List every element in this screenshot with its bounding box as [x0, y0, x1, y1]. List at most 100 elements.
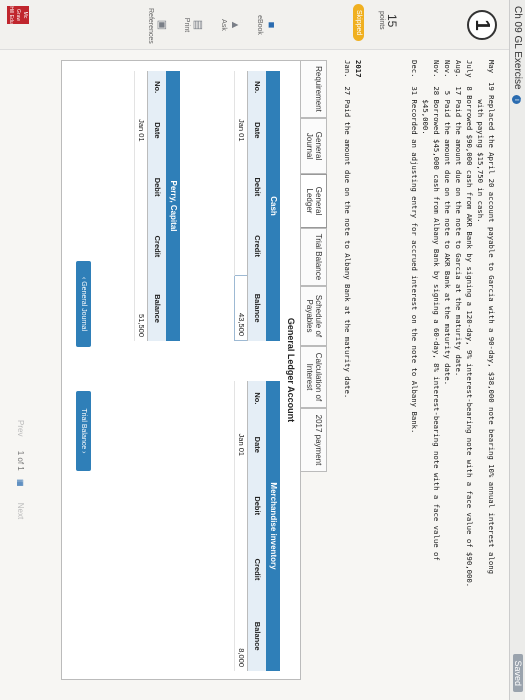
- problem-line: May 19 Replaced the April 20 account pay…: [487, 60, 496, 574]
- page-of: of: [16, 457, 25, 465]
- brand-logo: Mc Graw Hill Edu: [7, 6, 29, 24]
- perry-capital-account: Perry, Capital No. Date Debit Credit Bal…: [134, 71, 180, 341]
- assignment-title-text: Ch 09 GL Exercise: [512, 6, 523, 90]
- info-icon[interactable]: i: [512, 95, 521, 105]
- cell-credit: [235, 216, 248, 276]
- problem-line: Nov. 28 Borrowed $45,000 cash from Alban…: [432, 60, 441, 561]
- references-label: References: [147, 8, 154, 44]
- general-ledger-panel: General Ledger Account Cash No. Date Deb…: [61, 60, 301, 680]
- ask-button[interactable]: ▲ Ask: [220, 8, 241, 42]
- printer-icon: ▤: [192, 19, 204, 31]
- cell-balance: 51,500: [135, 276, 148, 341]
- question-pager: Prev 1 of 1 ▦ Next: [16, 420, 25, 519]
- next-button-label: Trial Balance: [80, 408, 87, 450]
- ebook-label: eBook: [256, 15, 263, 35]
- tab-calculation-of-interest[interactable]: Calculation of Interest: [301, 346, 327, 408]
- cell-no: [135, 71, 148, 104]
- cell-date: Jan 01: [235, 415, 248, 474]
- question-sidebar: 1 15 points Skipped ■ eBook ▲ Ask ▤ Prin…: [0, 0, 509, 50]
- cell-debit: [235, 157, 248, 217]
- print-button[interactable]: ▤ Print: [183, 8, 205, 42]
- cell-debit: [135, 157, 148, 217]
- problem-text: May 19 Replaced the April 20 account pay…: [409, 60, 497, 690]
- column-header: Date: [148, 103, 166, 158]
- references-button[interactable]: ▣ References: [147, 8, 169, 44]
- cash-account-title: Cash: [266, 71, 280, 341]
- problem-line: Nov. 5 Paid the amount due on the note t…: [443, 60, 452, 386]
- column-header: Date: [248, 415, 266, 474]
- problem-line: July 8 Borrowed $90,000 cash from AKR Ba…: [465, 60, 474, 588]
- column-header: Credit: [148, 216, 166, 277]
- general-ledger-title: General Ledger Account: [286, 317, 296, 423]
- cell-no: [235, 71, 248, 104]
- cell-debit: [235, 473, 248, 538]
- cell-credit: [135, 216, 148, 277]
- ask-label: Ask: [220, 19, 227, 31]
- prev-question-button[interactable]: Prev: [16, 420, 25, 436]
- tab-trial-balance[interactable]: Trial Balance: [301, 228, 327, 286]
- ebook-button[interactable]: ■ eBook: [256, 8, 277, 42]
- cash-table: No. Date Debit Credit Balance Jan 01 43,…: [235, 71, 266, 341]
- print-label: Print: [183, 17, 190, 33]
- top-bar: Ch 09 GL Exercise i Saved: [509, 0, 525, 700]
- year-heading: 2017: [354, 60, 363, 78]
- column-header: Balance: [248, 601, 266, 671]
- problem-line: $45,000.: [421, 60, 430, 135]
- problem-line: with paying $15,750 in cash.: [476, 60, 485, 223]
- status-badge: Skipped: [353, 4, 364, 42]
- table-row: Jan 01 8,000: [235, 381, 248, 671]
- tab-general-ledger[interactable]: General Ledger: [301, 174, 327, 228]
- column-header: Debit: [248, 157, 266, 217]
- next-question-button[interactable]: Next: [16, 503, 25, 519]
- page-total: 1: [16, 466, 25, 471]
- points-value: 15: [385, 14, 399, 28]
- tab-general-journal[interactable]: General Journal: [301, 118, 327, 174]
- merchandise-account-title: Merchandise inventory: [266, 381, 280, 671]
- column-header: Date: [248, 103, 266, 158]
- cell-no: [235, 381, 248, 416]
- cash-account: Cash No. Date Debit Credit Balance Jan 0…: [234, 71, 280, 341]
- tab-schedule-of-payables[interactable]: Schedule of Payables: [301, 286, 327, 346]
- problem-line: Dec. 31 Recorded an adjusting entry for …: [410, 60, 419, 434]
- grid-icon[interactable]: ▦: [16, 479, 25, 487]
- column-header: No.: [248, 381, 266, 416]
- cell-date: Jan 01: [135, 103, 148, 158]
- tab-2017-payment[interactable]: 2017 payment: [301, 408, 327, 472]
- next-trial-balance-button[interactable]: Trial Balance ›: [76, 391, 91, 471]
- cell-balance[interactable]: 43,500: [235, 275, 248, 341]
- assignment-title: Ch 09 GL Exercise i: [512, 6, 523, 105]
- points-label: points: [378, 11, 385, 30]
- references-icon: ▣: [156, 19, 168, 31]
- column-header: Debit: [248, 473, 266, 538]
- capital-account-title: Perry, Capital: [166, 71, 180, 341]
- problem-line: Aug. 17 Paid the amount due on the note …: [454, 60, 463, 377]
- cell-date: Jan 01: [235, 103, 248, 158]
- column-header: No.: [248, 71, 266, 104]
- column-header: No.: [148, 71, 166, 104]
- prev-button-label: General Journal: [80, 281, 87, 332]
- capital-header-row: No. Date Debit Credit Balance: [148, 71, 166, 341]
- cell-balance: 8,000: [235, 601, 248, 671]
- megaphone-icon: ▲: [229, 19, 241, 31]
- problem-line-2017: Jan. 27 Paid the amount due on the note …: [343, 60, 352, 399]
- book-icon: ■: [265, 21, 277, 29]
- table-row: Jan 01 51,500: [135, 71, 148, 341]
- chevron-left-icon: ‹: [80, 276, 87, 280]
- question-number: 1: [467, 10, 497, 40]
- ledger-navigation: ‹ General Journal Trial Balance ›: [72, 61, 94, 679]
- merchandise-table: No. Date Debit Credit Balance Jan 01 8,0…: [235, 381, 266, 671]
- tab-requirement[interactable]: Requirement: [301, 60, 327, 118]
- column-header: Debit: [148, 157, 166, 217]
- prev-general-journal-button[interactable]: ‹ General Journal: [76, 261, 91, 347]
- tab-bar: Requirement General Journal General Ledg…: [301, 60, 327, 472]
- column-header: Credit: [248, 216, 266, 276]
- chevron-right-icon: ›: [80, 451, 87, 454]
- screen: Ch 09 GL Exercise i Saved 1 15 points Sk…: [0, 0, 525, 700]
- merchandise-header-row: No. Date Debit Credit Balance: [248, 381, 266, 671]
- table-row: Jan 01 43,500: [235, 71, 248, 341]
- column-header: Balance: [248, 275, 266, 341]
- save-status: Saved: [513, 654, 523, 692]
- column-header: Credit: [248, 537, 266, 602]
- cash-header-row: No. Date Debit Credit Balance: [248, 71, 266, 341]
- column-header: Balance: [148, 276, 166, 341]
